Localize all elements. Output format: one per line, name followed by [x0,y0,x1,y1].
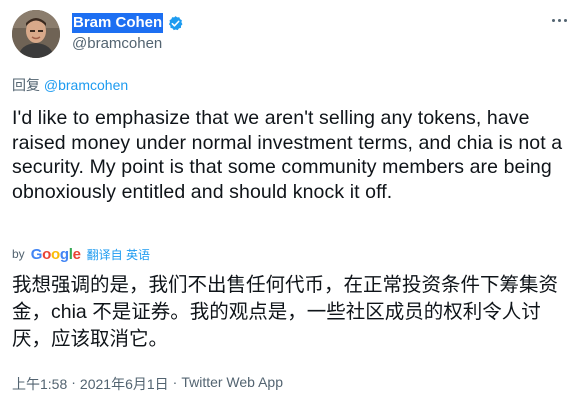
tweet-time[interactable]: 上午1:58 [12,374,67,394]
tweet-meta: 上午1:58 · 2021年6月1日 · Twitter Web App [12,374,283,394]
tweet-source[interactable]: Twitter Web App [181,374,283,394]
translation-bar: by Google 翻译自 英语 [12,244,150,264]
tweet-card: Bram Cohen @bramcohen 回复 @bramcohen I'd … [0,0,583,401]
verified-badge-icon [167,15,184,32]
meta-separator: · [71,374,76,390]
dot [557,18,561,22]
meta-separator: · [172,374,178,390]
dot [551,18,555,22]
display-name[interactable]: Bram Cohen [72,13,164,33]
translated-text: 我想强调的是，我们不出售任何代币，在正常投资条件下筹集资金，chia 不是证券。… [12,274,559,350]
translated-from-link[interactable]: 翻译自 英语 [87,246,150,263]
tweet-date[interactable]: 2021年6月1日 [80,374,169,394]
reply-context: 回复 @bramcohen [12,75,128,95]
avatar[interactable] [12,10,60,58]
translation-by-label: by [12,247,25,261]
reply-mention-link[interactable]: @bramcohen [44,77,128,93]
author-info: Bram Cohen @bramcohen [72,13,184,54]
google-logo: Google [30,245,81,263]
tweet-text: I'd like to emphasize that we aren't sel… [12,107,563,203]
more-options-icon[interactable] [547,10,571,30]
dot [563,18,567,22]
name-row: Bram Cohen [72,13,184,33]
reply-prefix: 回复 [12,77,40,93]
handle[interactable]: @bramcohen [72,34,184,54]
